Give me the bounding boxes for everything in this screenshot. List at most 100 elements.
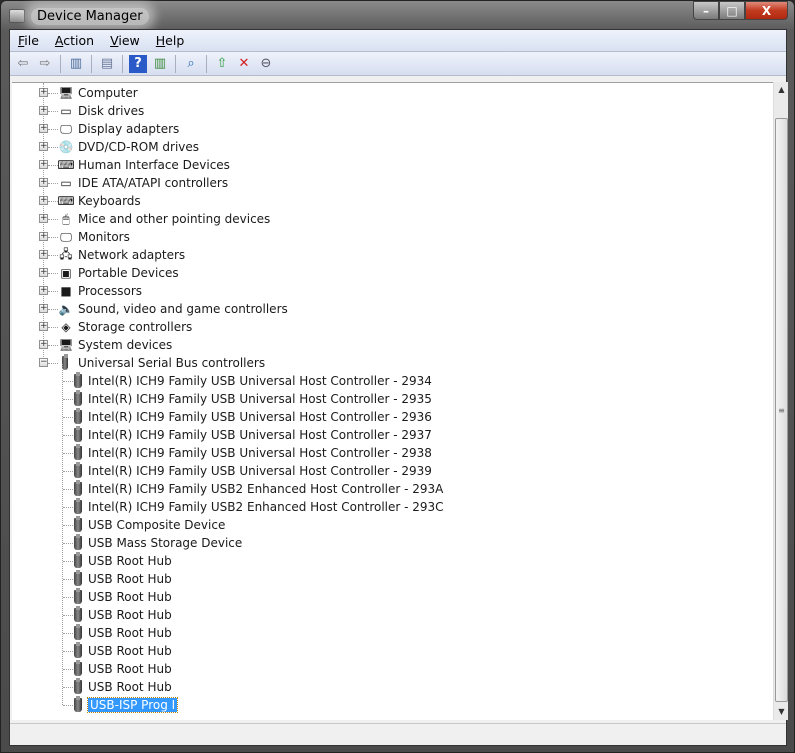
disable-icon[interactable]: ⊖ — [257, 55, 275, 73]
tree-guide-line — [63, 615, 73, 616]
scroll-down-button[interactable]: ▼ — [774, 704, 789, 720]
back-icon[interactable]: ⇦ — [14, 55, 32, 73]
expand-icon[interactable]: + — [39, 250, 48, 259]
tree-category[interactable]: + ■ Processors — [12, 282, 712, 300]
category-icon: 🖥 — [58, 86, 74, 100]
expand-icon[interactable]: + — [39, 178, 48, 187]
tree-guide-line — [48, 165, 58, 166]
menu-view[interactable]: View — [102, 33, 148, 48]
tree-category[interactable]: + ▣ Portable Devices — [12, 264, 712, 282]
usb-device-item[interactable]: USB Composite Device — [12, 516, 712, 534]
expand-icon[interactable]: + — [39, 142, 48, 151]
expand-icon[interactable]: + — [39, 268, 48, 277]
minimize-button[interactable]: – — [693, 1, 719, 20]
toolbar-separator — [60, 54, 61, 73]
menu-help[interactable]: Help — [148, 33, 193, 48]
usb-icon — [74, 660, 82, 676]
expand-icon[interactable]: + — [39, 124, 48, 133]
device-label: Intel(R) ICH9 Family USB2 Enhanced Host … — [88, 482, 444, 496]
usb-device-item[interactable]: USB Root Hub — [12, 588, 712, 606]
tree-category[interactable]: + ◈ Storage controllers — [12, 318, 712, 336]
expand-icon[interactable]: + — [39, 106, 48, 115]
collapse-icon[interactable]: − — [39, 358, 48, 367]
expand-icon[interactable]: + — [39, 286, 48, 295]
usb-device-item[interactable]: Intel(R) ICH9 Family USB Universal Host … — [12, 408, 712, 426]
menu-file[interactable]: File — [10, 33, 47, 48]
expand-icon[interactable]: + — [39, 340, 48, 349]
category-icon: ⌨ — [57, 194, 75, 208]
toolbar-separator — [122, 54, 123, 73]
tree-guide-line — [48, 255, 58, 256]
usb-device-item[interactable]: USB Root Hub — [12, 660, 712, 678]
expand-icon[interactable]: + — [39, 160, 48, 169]
usb-icon — [74, 444, 82, 460]
tree-category[interactable]: + 🖵 Display adapters — [12, 120, 712, 138]
tree-guide-line — [48, 201, 58, 202]
usb-device-item[interactable]: Intel(R) ICH9 Family USB Universal Host … — [12, 462, 712, 480]
tree-category[interactable]: + 💿 DVD/CD-ROM drives — [12, 138, 712, 156]
scroll-thumb[interactable]: ≡ — [775, 118, 788, 702]
menu-action[interactable]: Action — [47, 33, 102, 48]
category-label: Universal Serial Bus controllers — [78, 356, 266, 370]
show-hide-console-tree-icon[interactable]: ▥ — [67, 55, 85, 73]
usb-device-item[interactable]: USB Mass Storage Device — [12, 534, 712, 552]
tree-category[interactable]: + ▭ Disk drives — [12, 102, 712, 120]
tree-category[interactable]: + ⌨ Keyboards — [12, 192, 712, 210]
usb-device-item[interactable]: USB Root Hub — [12, 642, 712, 660]
scroll-up-button[interactable]: ▲ — [774, 82, 789, 98]
device-label: USB Root Hub — [88, 662, 172, 676]
scan-hardware-icon[interactable]: ⌕ — [182, 55, 200, 73]
tree-category[interactable]: + ▭ IDE ATA/ATAPI controllers — [12, 174, 712, 192]
usb-device-item[interactable]: Intel(R) ICH9 Family USB Universal Host … — [12, 390, 712, 408]
usb-device-item[interactable]: USB Root Hub — [12, 624, 712, 642]
device-tree[interactable]: + 🖥 Computer + ▭ Disk drives + 🖵 Display adapter… — [12, 82, 773, 720]
expand-icon[interactable]: + — [39, 232, 48, 241]
tree-category[interactable]: + 🖥 System devices — [12, 336, 712, 354]
category-icon: 🖥 — [58, 338, 74, 352]
tree-guide-line — [63, 597, 73, 598]
maximize-button[interactable]: □ — [719, 1, 745, 20]
tree-category[interactable]: + 🔈 Sound, video and game controllers — [12, 300, 712, 318]
expand-icon[interactable]: + — [39, 196, 48, 205]
usb-device-item[interactable]: USB Root Hub — [12, 552, 712, 570]
usb-icon — [74, 462, 82, 478]
usb-device-item[interactable]: USB Root Hub — [12, 678, 712, 696]
expand-icon[interactable]: + — [39, 304, 48, 313]
tree-category[interactable]: + ⌨ Human Interface Devices — [12, 156, 712, 174]
tree-category[interactable]: + 🖥 Computer — [12, 84, 712, 102]
update-driver-icon[interactable]: ⇧ — [213, 55, 231, 73]
tree-category[interactable]: + 🖱 Mice and other pointing devices — [12, 210, 712, 228]
category-label: Processors — [78, 284, 143, 298]
usb-device-item[interactable]: Intel(R) ICH9 Family USB Universal Host … — [12, 444, 712, 462]
usb-device-item[interactable]: USB Root Hub — [12, 606, 712, 624]
uninstall-icon[interactable]: ✕ — [235, 55, 253, 73]
category-label: Computer — [78, 86, 138, 100]
usb-device-item[interactable]: Intel(R) ICH9 Family USB Universal Host … — [12, 372, 712, 390]
expand-icon[interactable]: + — [39, 214, 48, 223]
show-hide-action-pane-icon[interactable]: ▥ — [151, 55, 169, 73]
tree-guide-line — [48, 93, 58, 94]
usb-device-item[interactable]: USB-ISP Prog I — [12, 696, 712, 714]
tree-guide-line — [48, 111, 58, 112]
usb-device-item[interactable]: Intel(R) ICH9 Family USB Universal Host … — [12, 426, 712, 444]
usb-device-item[interactable]: Intel(R) ICH9 Family USB2 Enhanced Host … — [12, 498, 712, 516]
tree-category[interactable]: + 🖵 Monitors — [12, 228, 712, 246]
usb-device-item[interactable]: USB Root Hub — [12, 570, 712, 588]
usb-icon — [74, 570, 82, 586]
vertical-scrollbar[interactable]: ▲ ≡ ▼ — [773, 82, 788, 720]
expand-icon[interactable]: + — [39, 88, 48, 97]
tree-guide-line — [63, 705, 73, 706]
forward-icon[interactable]: ⇨ — [36, 55, 54, 73]
close-button[interactable]: X — [745, 1, 788, 20]
tree-category[interactable]: − Universal Serial Bus controllers — [12, 354, 712, 372]
device-manager-window: Device Manager – □ X File Action View He… — [0, 0, 795, 753]
tree-guide-line — [48, 237, 58, 238]
tree-guide-line — [63, 579, 73, 580]
properties-icon[interactable]: ▤ — [98, 55, 116, 73]
tree-guide-line — [63, 507, 73, 508]
tree-category[interactable]: + 🖧 Network adapters — [12, 246, 712, 264]
expand-icon[interactable]: + — [39, 322, 48, 331]
usb-device-item[interactable]: Intel(R) ICH9 Family USB2 Enhanced Host … — [12, 480, 712, 498]
tree-guide-line — [63, 687, 73, 688]
help-icon[interactable]: ? — [129, 54, 147, 73]
